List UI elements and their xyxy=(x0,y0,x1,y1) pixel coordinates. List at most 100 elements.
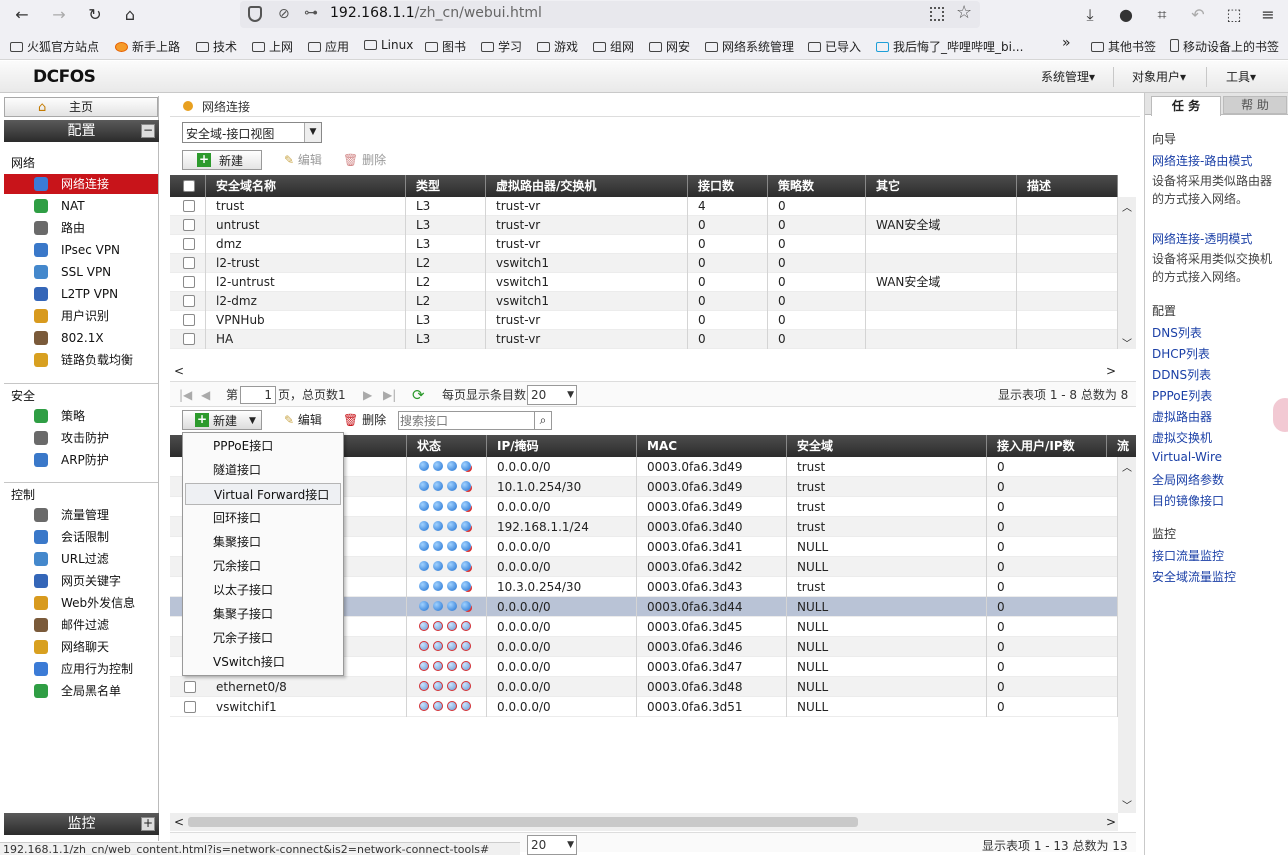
new-menu-item[interactable]: Virtual Forward接口 xyxy=(185,483,341,505)
crop-icon[interactable]: ⌗ xyxy=(1151,4,1173,26)
new-menu-item[interactable]: VSwitch接口 xyxy=(185,651,341,673)
col-if-count[interactable]: 接口数 xyxy=(688,175,768,197)
col-other[interactable]: 其它 xyxy=(866,175,1017,197)
row-checkbox[interactable] xyxy=(183,238,195,250)
table-row[interactable]: dmz L3 trust-vr 0 0 xyxy=(170,235,1118,254)
nav-item[interactable]: 全局黑名单 xyxy=(4,681,158,701)
bookmark-item[interactable]: 火狐官方站点 xyxy=(10,38,99,55)
nav-item[interactable]: 网页关键字 xyxy=(4,571,158,591)
url-bar[interactable]: ⊘ ⊶ 192.168.1.1/zh_cn/webui.html ☆ xyxy=(240,1,980,28)
table-row[interactable]: ethernet0/8 0.0.0.0/0 0003.0fa6.3d48 NUL… xyxy=(170,677,1118,697)
search-input[interactable] xyxy=(400,412,532,429)
if-new-button[interactable]: + 新建 ▼ xyxy=(182,410,262,430)
new-menu-item[interactable]: 隧道接口 xyxy=(185,459,341,481)
next-page-icon[interactable]: ▶ xyxy=(363,382,372,408)
config-link[interactable]: 目的镜像接口 xyxy=(1152,492,1224,509)
col-policy-count[interactable]: 策略数 xyxy=(768,175,866,197)
guide-route-link[interactable]: 网络连接-路由模式 xyxy=(1152,152,1252,169)
if-delete-button[interactable]: 🗑 删除 xyxy=(343,410,386,430)
nav-item[interactable]: 路由 xyxy=(4,218,158,238)
nav-item[interactable]: 链路负载均衡 xyxy=(4,350,158,370)
config-link[interactable]: PPPoE列表 xyxy=(1152,387,1212,404)
table-row[interactable]: HA L3 trust-vr 0 0 xyxy=(170,330,1118,349)
table-row[interactable]: l2-trust L2 vswitch1 0 0 xyxy=(170,254,1118,273)
nav-item[interactable]: ARP防护 xyxy=(4,450,158,470)
bookmark-item[interactable]: 技术 xyxy=(196,38,237,55)
select-all-checkbox[interactable] xyxy=(183,180,195,192)
col-type[interactable]: 类型 xyxy=(406,175,486,197)
undo-icon[interactable]: ↶ xyxy=(1187,4,1209,26)
zone-vscrollbar[interactable]: ︿ ﹀ xyxy=(1118,197,1136,350)
bookmark-item[interactable]: 组网 xyxy=(593,38,634,55)
chevron-right-icon[interactable]: » xyxy=(1062,35,1071,51)
download-icon[interactable]: ⤓ xyxy=(1079,4,1101,26)
row-checkbox[interactable] xyxy=(183,200,195,212)
bookmark-item[interactable]: 应用 xyxy=(308,38,349,55)
nav-item[interactable]: 网络聊天 xyxy=(4,637,158,657)
config-link[interactable]: 虚拟路由器 xyxy=(1152,408,1212,425)
col-ip[interactable]: IP/掩码 xyxy=(487,435,637,457)
row-checkbox[interactable] xyxy=(184,701,196,713)
nav-item[interactable]: 攻击防护 xyxy=(4,428,158,448)
qr-code-icon[interactable] xyxy=(930,7,944,21)
table-row[interactable]: VPNHub L3 trust-vr 0 0 xyxy=(170,311,1118,330)
bookmark-item[interactable]: 我后悔了_哔哩哔哩_bi... xyxy=(876,38,1023,55)
col-vrouter[interactable]: 虚拟路由器/交换机 xyxy=(486,175,688,197)
bookmark-item[interactable]: 网络系统管理 xyxy=(705,38,794,55)
bookmark-item[interactable]: 移动设备上的书签 xyxy=(1170,38,1279,55)
row-checkbox[interactable] xyxy=(183,314,195,326)
config-link[interactable]: DNS列表 xyxy=(1152,324,1202,341)
nav-item[interactable]: 802.1X xyxy=(4,328,158,348)
new-menu-item[interactable]: 回环接口 xyxy=(185,507,341,529)
bookmark-item[interactable]: 其他书签 xyxy=(1091,38,1156,55)
nav-item[interactable]: URL过滤 xyxy=(4,549,158,569)
bookmark-item[interactable]: 图书 xyxy=(425,38,466,55)
table-row[interactable]: untrust L3 trust-vr 0 0 WAN安全域 xyxy=(170,216,1118,235)
floating-ime-icon[interactable] xyxy=(1273,398,1288,432)
zone-delete-button[interactable]: 🗑 删除 xyxy=(343,150,386,170)
scroll-right-icon[interactable]: > xyxy=(1106,364,1116,378)
search-icon[interactable]: ⌕ xyxy=(534,412,551,429)
menu-system[interactable]: 系统管理▾ xyxy=(1041,68,1095,85)
if-hscrollbar[interactable]: < > xyxy=(170,813,1118,831)
col-flow[interactable]: 流 xyxy=(1107,435,1136,457)
bookmark-item[interactable]: 网安 xyxy=(649,38,690,55)
last-page-icon[interactable]: ▶| xyxy=(383,382,396,408)
row-checkbox[interactable] xyxy=(183,333,195,345)
bookmark-item[interactable]: Linux xyxy=(364,38,413,52)
nav-item[interactable]: 流量管理 xyxy=(4,505,158,525)
nav-item[interactable]: 邮件过滤 xyxy=(4,615,158,635)
forward-icon[interactable]: → xyxy=(48,4,70,26)
account-icon[interactable]: ● xyxy=(1115,4,1137,26)
monitor-section-bar[interactable]: 监控 + xyxy=(4,813,159,835)
col-status[interactable]: 状态 xyxy=(407,435,487,457)
bookmark-item[interactable]: 学习 xyxy=(481,38,522,55)
expand-icon[interactable]: + xyxy=(141,817,155,831)
config-link[interactable]: 虚拟交换机 xyxy=(1152,429,1212,446)
nav-item[interactable]: 用户识别 xyxy=(4,306,158,326)
tab-help[interactable]: 帮 助 xyxy=(1223,96,1287,114)
new-menu-item[interactable]: 冗余子接口 xyxy=(185,627,341,649)
per-page-select[interactable]: 20 ▼ xyxy=(527,835,577,855)
config-link[interactable]: Virtual-Wire xyxy=(1152,450,1222,464)
monitor-link[interactable]: 安全域流量监控 xyxy=(1152,568,1236,585)
if-edit-button[interactable]: ✎ 编辑 xyxy=(284,410,322,430)
new-menu-item[interactable]: 冗余接口 xyxy=(185,555,341,577)
bookmark-item[interactable]: 游戏 xyxy=(537,38,578,55)
tab-task[interactable]: 任 务 xyxy=(1151,96,1221,116)
scroll-left-icon[interactable]: < xyxy=(174,364,184,378)
zone-new-button[interactable]: + 新建 xyxy=(182,150,262,170)
col-zone-name[interactable]: 安全域名称 xyxy=(206,175,406,197)
nav-item[interactable]: 网络连接 xyxy=(4,174,158,194)
view-select[interactable]: 安全域-接口视图 ▼ xyxy=(182,122,322,143)
table-row[interactable]: l2-untrust L2 vswitch1 0 0 WAN安全域 xyxy=(170,273,1118,292)
col-desc[interactable]: 描述 xyxy=(1017,175,1118,197)
guide-transparent-link[interactable]: 网络连接-透明模式 xyxy=(1152,230,1252,247)
nav-item[interactable]: L2TP VPN xyxy=(4,284,158,304)
table-row[interactable]: vswitchif1 0.0.0.0/0 0003.0fa6.3d51 NULL… xyxy=(170,697,1118,717)
menu-icon[interactable]: ≡ xyxy=(1257,4,1279,26)
nav-item[interactable]: SSL VPN xyxy=(4,262,158,282)
bookmark-item[interactable]: 新手上路 xyxy=(115,38,180,55)
per-page-select[interactable]: 20 ▼ xyxy=(527,385,577,405)
reload-icon[interactable]: ↻ xyxy=(84,4,106,26)
